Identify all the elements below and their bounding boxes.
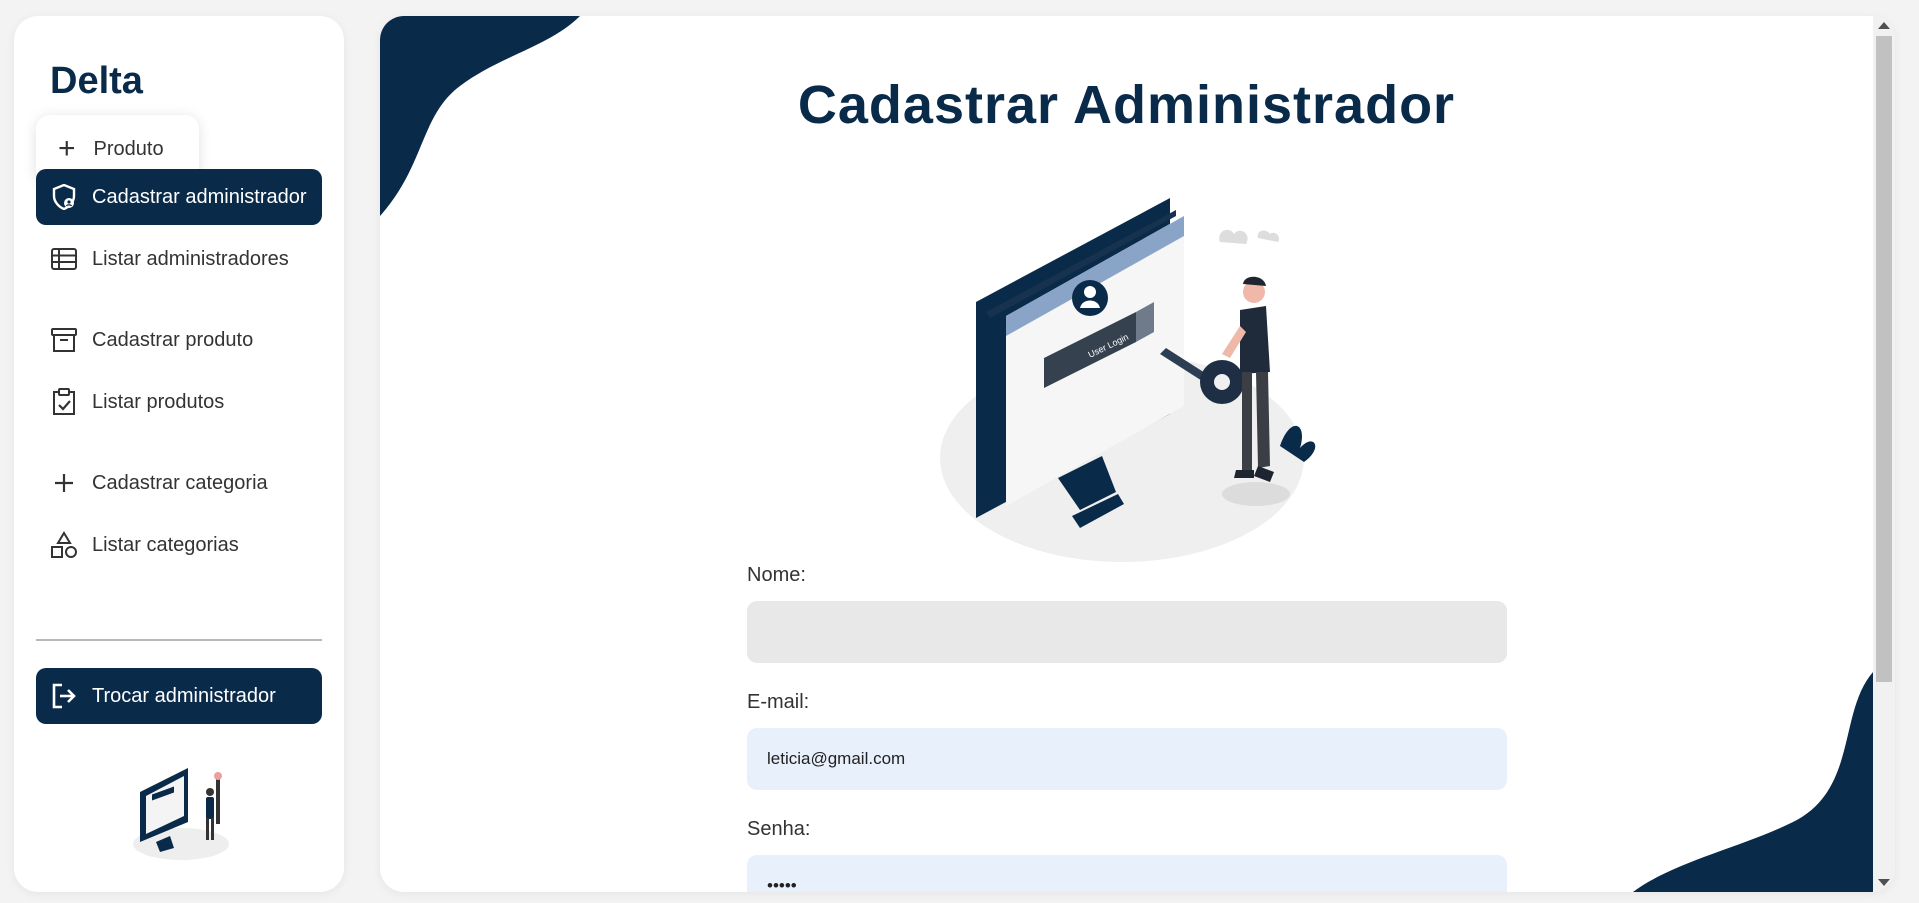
sidebar-item-listar-produtos[interactable]: Listar produtos <box>36 374 322 430</box>
plus-icon: + <box>58 132 76 165</box>
archive-box-icon <box>50 326 78 354</box>
sidebar-item-label: Cadastrar categoria <box>92 471 268 494</box>
sidebar-item-label: Listar categorias <box>92 533 239 556</box>
sidebar-item-label: Cadastrar produto <box>92 328 254 351</box>
email-label: E-mail: <box>747 691 810 713</box>
sidebar-item-label: Listar produtos <box>92 390 225 413</box>
password-label: Senha: <box>747 818 811 840</box>
login-illustration: User Login <box>940 186 1320 566</box>
sidebar-item-label: Listar administradores <box>92 247 289 270</box>
new-product-label: Produto <box>93 137 164 160</box>
logout-label: Trocar administrador <box>92 684 276 707</box>
sidebar-item-listar-administradores[interactable]: Listar administradores <box>36 231 322 287</box>
brand-title: Delta <box>50 60 143 102</box>
table-list-icon <box>50 245 78 273</box>
plus-icon <box>50 469 78 497</box>
shield-user-icon <box>50 183 78 211</box>
sidebar-illustration <box>126 756 236 866</box>
shapes-icon <box>50 531 78 559</box>
name-input[interactable] <box>747 601 1507 663</box>
clipboard-check-icon <box>50 388 78 416</box>
logout-button[interactable]: Trocar administrador <box>36 668 322 724</box>
scroll-up-arrow-icon[interactable] <box>1878 22 1890 29</box>
sidebar: Delta + Produto Cadastrar administrador … <box>14 16 344 892</box>
scrollbar-thumb[interactable] <box>1876 36 1892 682</box>
sidebar-item-label: Cadastrar administrador <box>92 185 307 208</box>
sidebar-item-cadastrar-administrador[interactable]: Cadastrar administrador <box>36 169 322 225</box>
sidebar-item-listar-categorias[interactable]: Listar categorias <box>36 517 322 573</box>
sidebar-item-cadastrar-categoria[interactable]: Cadastrar categoria <box>36 455 322 511</box>
main-panel: Cadastrar Administrador User Login Nome:… <box>380 16 1895 892</box>
name-label: Nome: <box>747 564 806 586</box>
sidebar-item-cadastrar-produto[interactable]: Cadastrar produto <box>36 312 322 368</box>
email-input[interactable] <box>747 728 1507 790</box>
sidebar-divider <box>36 639 322 641</box>
admin-form: Nome: E-mail: Senha: <box>747 564 1507 892</box>
page-title: Cadastrar Administrador <box>797 75 1456 135</box>
scroll-down-arrow-icon[interactable] <box>1878 879 1890 886</box>
password-input[interactable] <box>747 855 1507 892</box>
logout-icon <box>50 682 78 710</box>
scrollbar[interactable] <box>1873 16 1895 892</box>
decorative-blob-bottom-right <box>1633 672 1873 892</box>
